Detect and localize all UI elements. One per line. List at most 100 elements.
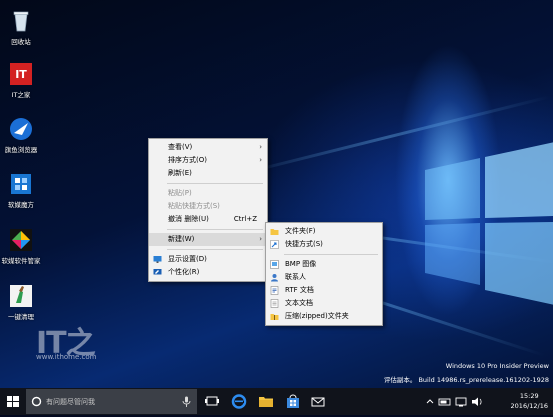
menu-item-display-settings[interactable]: 显示设置(D)	[149, 253, 267, 266]
menu-item-label: 排序方式(O)	[168, 156, 207, 164]
clock-date: 2016/12/16	[510, 402, 548, 410]
menu-item-undo-delete[interactable]: 撤消 删除(U) Ctrl+Z	[149, 213, 267, 226]
desktop-icon-software-manager[interactable]: 软媒软件管家	[1, 228, 41, 265]
windows-start-icon	[7, 396, 19, 407]
volume-icon	[472, 397, 482, 406]
build-watermark-line1: Windows 10 Pro Insider Preview	[445, 362, 549, 370]
submenu-item-shortcut[interactable]: 快捷方式(S)	[266, 238, 382, 251]
menu-item-paste-shortcut[interactable]: 粘贴快捷方式(S)	[149, 200, 267, 213]
edge-icon	[231, 394, 247, 409]
chevron-right-icon: ›	[259, 235, 262, 243]
mail-icon	[311, 397, 325, 407]
submenu-item-contact[interactable]: 联系人	[266, 271, 382, 284]
task-view-icon	[205, 396, 219, 406]
menu-item-label: 个性化(R)	[168, 268, 200, 276]
menu-item-label: 查看(V)	[168, 143, 193, 151]
desktop-icon-ruanmei-cube[interactable]: 软媒魔方	[1, 172, 41, 209]
menu-item-label: 显示设置(D)	[168, 255, 207, 263]
desktop-icon-label: 回收站	[11, 38, 31, 46]
contact-icon	[271, 274, 278, 282]
shortcut-icon	[270, 240, 279, 249]
menu-item-label: 粘贴(P)	[168, 189, 192, 197]
battery-status[interactable]	[438, 388, 452, 415]
desktop-icon-qiyu-browser[interactable]: 旗鱼浏览器	[1, 117, 41, 154]
one-click-clean-icon	[9, 284, 33, 308]
folder-icon	[270, 229, 279, 235]
desktop-context-menu: 查看(V) › 排序方式(O) › 刷新(E) 粘贴(P) 粘贴快捷方式(S) …	[148, 138, 268, 282]
submenu-item-zipped-folder[interactable]: 压缩(zipped)文件夹	[266, 310, 382, 323]
submenu-item-text-document[interactable]: 文本文档	[266, 297, 382, 310]
chevron-right-icon: ›	[259, 156, 262, 164]
menu-item-label: 撤消 删除(U)	[168, 215, 209, 223]
new-submenu: 文件夹(F) 快捷方式(S) BMP 图像 联系人 RTF 文档 文本文档 压缩…	[265, 222, 383, 326]
menu-separator	[167, 183, 263, 184]
desktop-icon-one-click-clean[interactable]: 一键清理	[1, 284, 41, 321]
software-manager-icon	[9, 228, 33, 252]
desktop-icon-label: 旗鱼浏览器	[4, 146, 38, 154]
volume-control[interactable]	[470, 388, 484, 415]
menu-item-label: 文件夹(F)	[285, 227, 316, 235]
cortana-search-box[interactable]: 有问题尽管问我	[26, 389, 197, 414]
battery-icon	[438, 398, 451, 406]
recycle-bin-icon	[9, 9, 33, 33]
build-watermark-line2: 评估副本。 Build 14986.rs_prerelease.161202-1…	[383, 376, 549, 384]
menu-separator	[167, 229, 263, 230]
edge-browser-button[interactable]	[227, 388, 251, 415]
menu-item-label: 粘贴快捷方式(S)	[168, 202, 220, 210]
clock-time: 15:29	[519, 392, 539, 400]
ithome-watermark-url: www.ithome.com	[36, 353, 97, 361]
menu-item-paste[interactable]: 粘贴(P)	[149, 187, 267, 200]
menu-item-label: 快捷方式(S)	[285, 240, 323, 248]
submenu-item-bmp-image[interactable]: BMP 图像	[266, 258, 382, 271]
desktop-icon-ithome[interactable]: IT IT之家	[1, 62, 41, 99]
chevron-up-icon	[426, 399, 434, 404]
desktop-icon-label: 一键清理	[8, 313, 34, 321]
desktop-icon-label: IT之家	[11, 91, 31, 99]
menu-item-label: 压缩(zipped)文件夹	[285, 312, 349, 320]
windows-logo-wallpaper	[425, 142, 553, 305]
network-status[interactable]	[454, 388, 468, 415]
desktop-icon-label: 软媒软件管家	[1, 257, 41, 265]
store-icon	[287, 394, 299, 408]
desktop-icon-recycle-bin[interactable]: 回收站	[1, 9, 41, 46]
show-hidden-icons-button[interactable]	[424, 388, 436, 415]
start-button[interactable]	[0, 388, 26, 415]
menu-item-label: RTF 文档	[285, 286, 314, 294]
file-explorer-icon	[259, 397, 273, 407]
display-settings-icon	[153, 256, 162, 263]
file-explorer-button[interactable]	[254, 388, 278, 415]
network-icon	[455, 397, 467, 407]
menu-item-personalize[interactable]: 个性化(R)	[149, 266, 267, 279]
menu-item-label: 联系人	[285, 273, 306, 281]
menu-item-view[interactable]: 查看(V) ›	[149, 141, 267, 154]
text-document-icon	[270, 299, 279, 308]
menu-item-refresh[interactable]: 刷新(E)	[149, 167, 267, 180]
task-view-button[interactable]	[200, 388, 224, 415]
menu-separator	[167, 249, 263, 250]
rtf-document-icon	[270, 286, 279, 295]
ruanmei-cube-icon	[9, 172, 33, 196]
qiyu-browser-icon	[9, 117, 33, 141]
cortana-icon	[31, 396, 42, 407]
menu-item-label: 文本文档	[285, 299, 313, 307]
svg-text:IT: IT	[15, 68, 27, 81]
menu-item-new[interactable]: 新建(W) ›	[149, 233, 267, 246]
ithome-icon: IT	[9, 62, 33, 86]
menu-item-shortcut: Ctrl+Z	[233, 215, 257, 223]
mail-button[interactable]	[306, 388, 330, 415]
store-button[interactable]	[281, 388, 305, 415]
desktop-icon-label: 软媒魔方	[8, 201, 34, 209]
menu-item-sort-by[interactable]: 排序方式(O) ›	[149, 154, 267, 167]
submenu-item-rtf-document[interactable]: RTF 文档	[266, 284, 382, 297]
desktop[interactable]: 回收站 IT IT之家 旗鱼浏览器 软媒魔方 软媒软件管家 一键清理 IT之 w…	[0, 0, 553, 388]
zipped-folder-icon	[270, 314, 279, 320]
system-clock[interactable]: 15:29 2016/12/16	[511, 391, 548, 411]
submenu-item-folder[interactable]: 文件夹(F)	[266, 225, 382, 238]
menu-item-label: 新建(W)	[168, 235, 195, 243]
personalize-icon	[153, 269, 162, 275]
menu-item-label: 刷新(E)	[168, 169, 192, 177]
bmp-image-icon	[270, 260, 279, 269]
microphone-icon	[182, 396, 191, 407]
search-placeholder: 有问题尽管问我	[46, 398, 95, 406]
menu-item-label: BMP 图像	[285, 260, 317, 268]
